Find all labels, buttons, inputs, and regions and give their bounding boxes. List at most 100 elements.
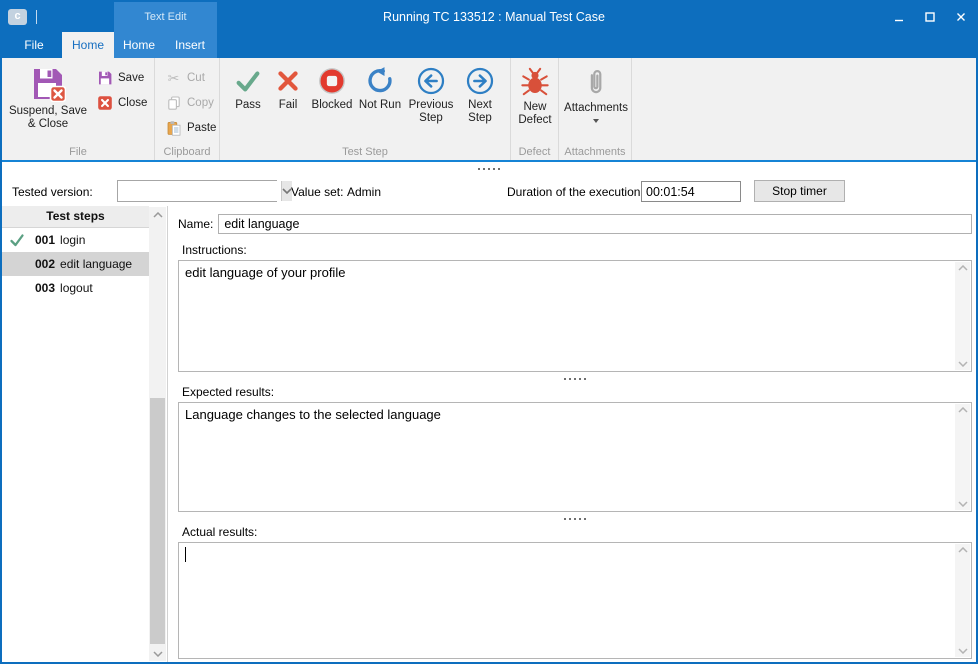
cut-button[interactable]: ✂ Cut: [165, 69, 217, 87]
previous-step-label: Previous Step: [404, 99, 458, 125]
scrollbar-thumb[interactable]: [150, 398, 165, 644]
value-set-value: Admin: [347, 185, 381, 199]
actual-results-textarea[interactable]: [179, 543, 954, 658]
step-number: 003: [35, 281, 55, 295]
tested-version-label: Tested version:: [12, 185, 93, 199]
next-step-button[interactable]: Next Step: [458, 62, 502, 125]
blocked-button[interactable]: Blocked: [308, 62, 356, 125]
expected-actual-splitter[interactable]: [178, 512, 972, 525]
window-controls: [883, 2, 976, 32]
step-detail-panel: Name: Instructions: edit language of you…: [168, 206, 976, 662]
minimize-button[interactable]: [883, 2, 914, 32]
copy-label: Copy: [187, 97, 214, 109]
duration-label: Duration of the execution:: [507, 185, 644, 199]
splitter-dots: [564, 518, 586, 520]
pass-label: Pass: [235, 99, 261, 112]
tab-contextual-insert[interactable]: Insert: [164, 32, 216, 58]
expected-results-textarea[interactable]: Language changes to the selected languag…: [179, 403, 954, 511]
close-icon: [956, 12, 966, 22]
ribbon-tab-row: File Home Home Insert: [2, 32, 976, 58]
group-label-clipboard: Clipboard: [155, 146, 219, 158]
not-run-button[interactable]: Not Run: [356, 62, 404, 125]
passed-check-icon: [9, 232, 25, 251]
step-number: 001: [35, 233, 55, 247]
attachments-button[interactable]: Attachments: [561, 62, 631, 126]
close-button[interactable]: Close: [96, 94, 147, 112]
minimize-icon: [894, 12, 904, 22]
fail-button[interactable]: Fail: [268, 62, 308, 125]
cut-label: Cut: [187, 72, 205, 84]
scissors-icon: ✂: [165, 70, 182, 87]
step-name-input[interactable]: [218, 214, 972, 234]
ribbon: Suspend, Save & Close Save: [2, 58, 976, 162]
tested-version-input[interactable]: [118, 181, 281, 201]
ribbon-group-test-step: Pass Fail Blocked: [220, 58, 511, 160]
ribbon-empty-area: [632, 58, 976, 160]
next-step-label: Next Step: [458, 99, 502, 125]
close-label: Close: [118, 97, 147, 109]
instructions-scrollbar[interactable]: [955, 262, 970, 370]
group-label-defect: Defect: [511, 146, 558, 158]
step-number: 002: [35, 257, 55, 271]
duration-input[interactable]: [641, 181, 741, 202]
scroll-down-icon: [958, 361, 968, 367]
name-label: Name:: [178, 217, 213, 231]
previous-step-button[interactable]: Previous Step: [404, 62, 458, 125]
stop-timer-button[interactable]: Stop timer: [754, 180, 845, 202]
save-label: Save: [118, 72, 144, 84]
execution-toolbar: Tested version: Value set: Admin Duratio…: [2, 176, 976, 206]
save-suspend-icon: [30, 66, 66, 102]
paperclip-icon: [584, 66, 608, 99]
ribbon-splitter-handle[interactable]: [2, 162, 976, 176]
expected-results-label: Expected results:: [182, 385, 972, 399]
previous-arrow-icon: [416, 66, 446, 96]
bug-icon: [520, 66, 550, 98]
tab-contextual-home[interactable]: Home: [114, 32, 164, 58]
instructions-textarea[interactable]: edit language of your profile: [179, 261, 954, 371]
suspend-save-close-button[interactable]: Suspend, Save & Close: [4, 62, 92, 144]
instructions-box: edit language of your profile: [178, 260, 972, 372]
name-row: Name:: [178, 212, 972, 236]
scroll-up-icon[interactable]: [149, 207, 166, 222]
copy-button[interactable]: Copy: [165, 94, 217, 112]
attachments-dropdown-caret: [593, 119, 599, 126]
value-set-label: Value set:: [291, 185, 343, 199]
content-area: Test steps 001 login 002 edit language 0…: [2, 206, 976, 662]
test-step-row-002-selected[interactable]: 002 edit language: [2, 252, 149, 276]
not-run-undo-icon: [365, 66, 395, 96]
actual-scrollbar[interactable]: [955, 544, 970, 657]
ribbon-group-clipboard: ✂ Cut Copy: [155, 58, 220, 160]
new-defect-button[interactable]: New Defect: [513, 62, 557, 127]
tab-home-selected[interactable]: Home: [62, 32, 114, 58]
scroll-up-icon: [958, 265, 968, 271]
maximize-button[interactable]: [914, 2, 945, 32]
step-name: edit language: [60, 257, 132, 271]
test-step-row-003[interactable]: 003 logout: [2, 276, 149, 300]
save-button[interactable]: Save: [96, 69, 147, 87]
ribbon-group-attachments: Attachments Attachments: [559, 58, 632, 160]
maximize-icon: [925, 12, 935, 22]
splitter-dots: [564, 378, 586, 380]
paste-button[interactable]: Paste: [165, 119, 217, 137]
test-step-row-001[interactable]: 001 login: [2, 228, 149, 252]
app-icon[interactable]: c: [8, 9, 27, 25]
group-label-attachments: Attachments: [559, 146, 631, 158]
save-icon: [96, 70, 113, 86]
close-window-button[interactable]: [945, 2, 976, 32]
copy-icon: [165, 95, 182, 111]
scroll-down-icon[interactable]: [149, 646, 166, 661]
paste-label: Paste: [187, 122, 216, 134]
expected-scrollbar[interactable]: [955, 404, 970, 510]
tested-version-combobox[interactable]: [117, 180, 277, 202]
instructions-label: Instructions:: [182, 243, 972, 257]
test-steps-scrollbar[interactable]: [149, 207, 166, 661]
not-run-label: Not Run: [359, 99, 401, 112]
instructions-expected-splitter[interactable]: [178, 372, 972, 385]
close-red-icon: [96, 95, 113, 111]
tab-file[interactable]: File: [6, 32, 62, 58]
pass-button[interactable]: Pass: [228, 62, 268, 125]
quick-access-separator: [36, 10, 37, 24]
pass-check-icon: [233, 66, 263, 96]
ribbon-group-file: Suspend, Save & Close Save: [2, 58, 155, 160]
blocked-label: Blocked: [312, 99, 353, 112]
